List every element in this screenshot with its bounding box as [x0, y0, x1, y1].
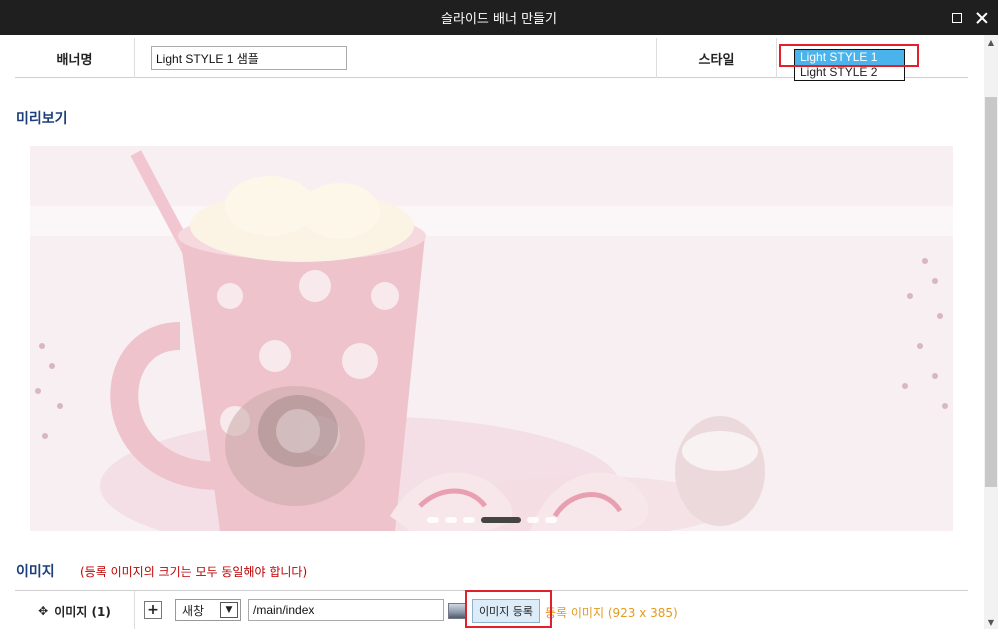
- link-target-value: 새창: [182, 603, 205, 618]
- banner-preview: [30, 146, 953, 531]
- add-image-button[interactable]: +: [144, 601, 162, 619]
- banner-name-label: 배너명: [15, 38, 135, 78]
- link-url-input[interactable]: [248, 599, 444, 621]
- vertical-scrollbar[interactable]: ▲ ▼: [984, 35, 998, 629]
- chevron-down-icon[interactable]: ▼: [220, 602, 238, 618]
- style-option-2[interactable]: Light STYLE 2: [795, 65, 904, 80]
- dialog-content: 배너명 스타일 미리보기: [0, 35, 984, 629]
- preview-image: [30, 146, 953, 531]
- slide-dot[interactable]: [526, 517, 539, 523]
- preview-title: 미리보기: [16, 111, 68, 127]
- slide-dot[interactable]: [444, 517, 457, 523]
- register-highlight-box: [465, 590, 552, 628]
- scrollbar-thumb[interactable]: [985, 97, 997, 487]
- slide-dot[interactable]: [480, 517, 521, 523]
- scroll-up-icon[interactable]: ▲: [984, 35, 998, 49]
- maximize-icon[interactable]: [952, 12, 962, 23]
- window-title: 슬라이드 배너 만들기: [441, 12, 557, 27]
- images-size-note: (등록 이미지의 크기는 모두 동일해야 합니다): [80, 565, 308, 579]
- title-bar: 슬라이드 배너 만들기: [0, 0, 998, 35]
- slide-indicators: [30, 517, 953, 523]
- close-icon[interactable]: [976, 12, 988, 24]
- link-target-select[interactable]: 새창 ▼: [175, 599, 241, 621]
- images-title: 이미지: [16, 564, 55, 580]
- slide-dot[interactable]: [544, 517, 557, 523]
- image-thumbnail[interactable]: [448, 603, 466, 619]
- banner-name-input[interactable]: [151, 46, 347, 70]
- image-row-label-cell: ✥ 이미지 (1): [15, 591, 135, 629]
- slide-dot[interactable]: [426, 517, 439, 523]
- move-handle-icon[interactable]: ✥: [38, 604, 48, 618]
- style-label: 스타일: [657, 38, 777, 78]
- registered-image-info: 등록 이미지 (923 x 385): [545, 606, 678, 620]
- style-highlight-box: [779, 44, 919, 67]
- scroll-down-icon[interactable]: ▼: [984, 615, 998, 629]
- window-controls: [952, 0, 988, 35]
- image-row-label: 이미지 (1): [54, 604, 111, 619]
- slide-dot[interactable]: [462, 517, 475, 523]
- banner-name-cell: [135, 38, 657, 78]
